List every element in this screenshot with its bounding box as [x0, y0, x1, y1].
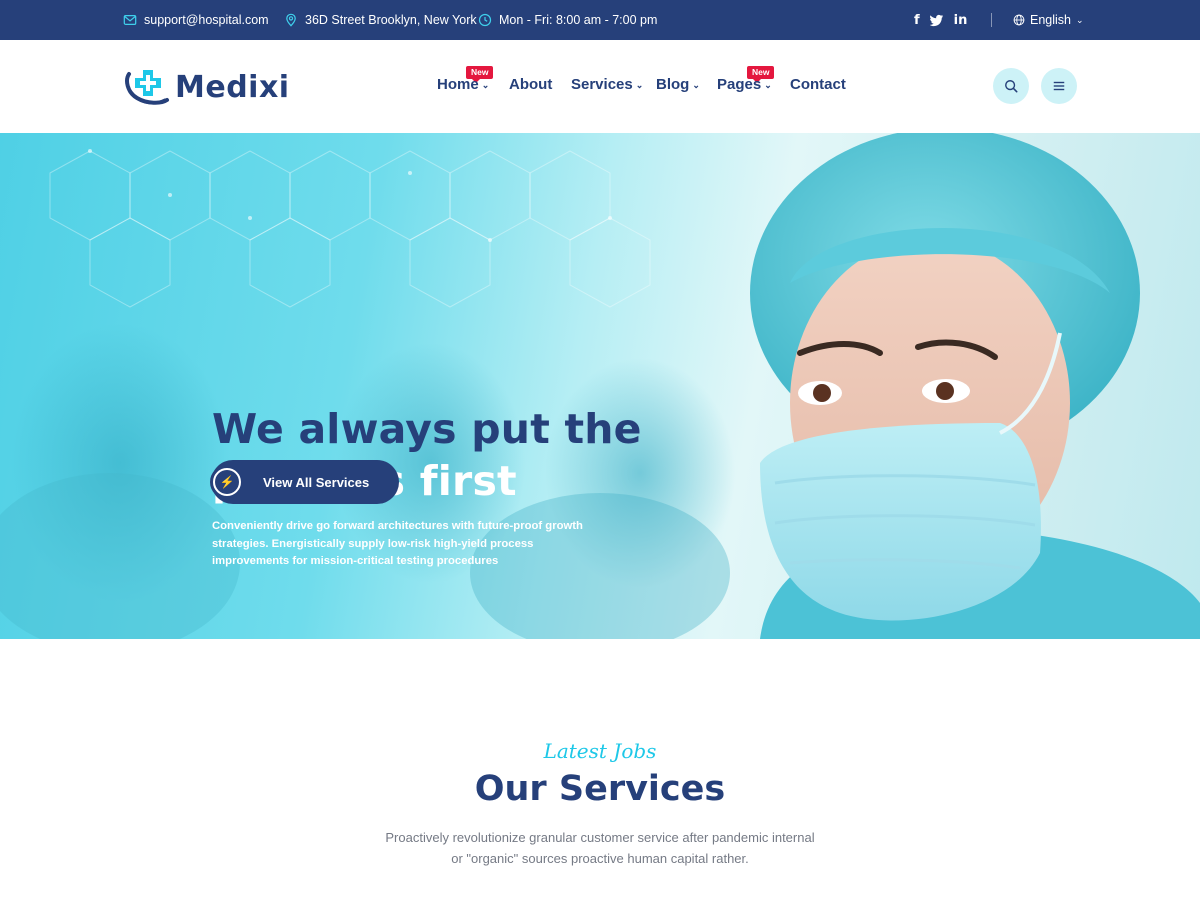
language-label: English — [1030, 13, 1071, 27]
hero-headline-line1: We always put the — [212, 405, 642, 453]
language-selector[interactable]: English ⌄ — [1013, 0, 1084, 40]
main-header: Medixi New Home ⌄ About Services ⌄ Blog ⌄ N… — [0, 40, 1200, 133]
nav-item-blog[interactable]: Blog ⌄ — [656, 76, 700, 93]
chevron-down-icon: ⌄ — [481, 80, 490, 90]
lightning-icon: ⚡ — [210, 465, 244, 499]
medical-cross-logo-icon — [123, 62, 175, 112]
facebook-icon[interactable]: f — [914, 13, 920, 28]
chevron-down-icon: ⌄ — [1076, 14, 1084, 25]
top-bar: support@hospital.com 36D Street Brooklyn… — [0, 0, 1200, 40]
services-section: Latest Jobs Our Services Proactively rev… — [0, 639, 1200, 900]
nav-label: Pages — [717, 76, 762, 93]
nav-item-contact[interactable]: Contact — [790, 76, 846, 93]
section-description: Proactively revolutionize granular custo… — [385, 830, 815, 866]
section-kicker: Latest Jobs — [543, 739, 657, 763]
nav-item-pages[interactable]: Pages ⌄ — [717, 76, 772, 93]
envelope-icon — [123, 15, 137, 25]
nav-label: Blog — [656, 76, 690, 93]
search-icon — [1005, 80, 1018, 93]
nav-label: Contact — [790, 76, 846, 93]
view-all-services-button[interactable]: ⚡ View All Services — [210, 460, 399, 504]
map-pin-icon — [286, 13, 296, 27]
brand-logo[interactable]: Medixi — [123, 62, 293, 112]
topbar-divider — [991, 13, 992, 27]
address-info: 36D Street Brooklyn, New York — [284, 0, 477, 40]
linkedin-icon[interactable]: in — [954, 13, 968, 28]
section-title: Our Services — [474, 769, 726, 809]
twitter-icon[interactable] — [929, 13, 944, 27]
hamburger-menu-icon — [1053, 81, 1065, 91]
nav-label: About — [509, 76, 553, 93]
chevron-down-icon: ⌄ — [764, 80, 772, 90]
search-button[interactable] — [993, 68, 1029, 104]
menu-button[interactable] — [1041, 68, 1077, 104]
button-label: View All Services — [263, 474, 370, 490]
clock-icon — [478, 13, 492, 27]
nav-item-services[interactable]: Services ⌄ — [571, 76, 643, 93]
chevron-down-icon: ⌄ — [692, 80, 700, 90]
hero-description: Conveniently drive go forward architectu… — [212, 520, 583, 567]
nav-label: Home — [437, 76, 479, 93]
email-info[interactable]: support@hospital.com — [123, 0, 269, 40]
hero-banner: We always put the patients first Conveni… — [0, 133, 1200, 639]
hours-info: Mon - Fri: 8:00 am - 7:00 pm — [478, 0, 657, 40]
social-links: f in — [914, 0, 967, 40]
brand-name: Medixi — [175, 69, 290, 105]
nav-label: Services — [571, 76, 633, 93]
nav-item-home[interactable]: Home ⌄ — [437, 76, 489, 93]
nav-item-about[interactable]: About — [509, 76, 552, 93]
chevron-down-icon: ⌄ — [635, 80, 644, 90]
email-text: support@hospital.com — [144, 13, 269, 27]
hours-text: Mon - Fri: 8:00 am - 7:00 pm — [499, 13, 658, 27]
address-text: 36D Street Brooklyn, New York — [305, 13, 477, 27]
globe-icon — [1013, 14, 1025, 26]
